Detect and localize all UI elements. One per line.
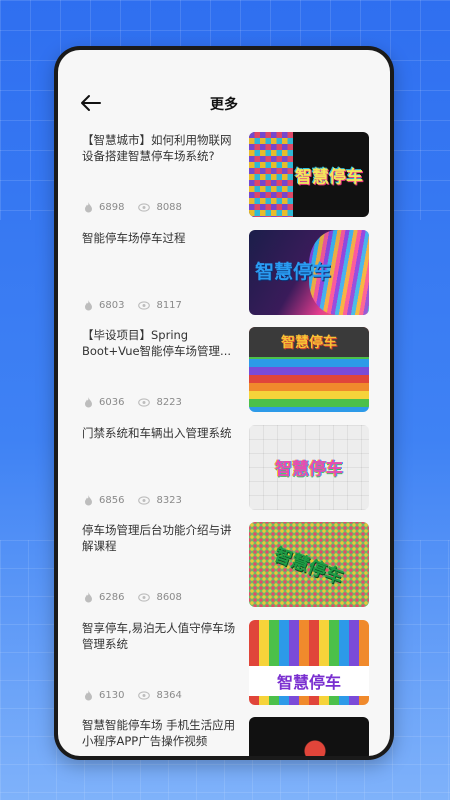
eye-icon — [138, 495, 151, 505]
eye-icon — [138, 398, 151, 407]
item-stats: 6130 8364 — [84, 689, 196, 701]
likes-stat: 6803 — [84, 299, 125, 311]
views-stat: 8608 — [138, 592, 182, 603]
list-item[interactable]: 【毕设项目】Spring Boot+Vue智能停车场管理... 6036 822… — [58, 327, 390, 425]
item-title: 门禁系统和车辆出入管理系统 — [82, 425, 232, 440]
item-stats: 6036 8223 — [84, 397, 196, 408]
item-title: 【智慧城市】如何利用物联网设备搭建智慧停车场系统? — [82, 133, 232, 163]
item-title: 智享停车,易泊无人值守停车场管理系统 — [82, 620, 236, 651]
thumbnail-label: 智慧停车 — [255, 261, 332, 283]
views-stat: 8364 — [138, 689, 182, 701]
thumbnail-label: 智慧停车 — [281, 335, 337, 351]
item-title: 智能停车场停车过程 — [82, 230, 186, 245]
views-stat: 8088 — [138, 202, 182, 213]
item-thumbnail[interactable]: 智慧停车 — [249, 132, 369, 217]
item-stats: 6856 8323 — [84, 494, 196, 506]
phone-frame: 更多 【智慧城市】如何利用物联网设备搭建智慧停车场系统? 6898 8088 智… — [54, 46, 394, 760]
likes-stat: 6286 — [84, 592, 124, 603]
views-count: 8364 — [156, 689, 182, 701]
video-list: 【智慧城市】如何利用物联网设备搭建智慧停车场系统? 6898 8088 智慧停车 — [58, 132, 390, 756]
eye-icon — [138, 300, 151, 310]
thumbnail-pattern — [249, 132, 293, 217]
likes-stat: 6898 — [84, 202, 124, 213]
likes-count: 6898 — [99, 202, 125, 213]
likes-stat: 6036 — [84, 397, 124, 408]
thumbnail-label: 智慧停车 — [271, 543, 346, 589]
item-thumbnail[interactable]: 智慧停车 — [249, 327, 369, 412]
flame-icon — [85, 494, 92, 505]
thumbnail-label: 智慧停车 — [295, 167, 363, 187]
item-stats: 6898 8088 — [84, 202, 196, 213]
views-count: 8117 — [156, 299, 182, 311]
views-count: 8608 — [156, 592, 182, 603]
views-stat: 8117 — [138, 299, 182, 311]
item-thumbnail[interactable]: 智慧停车 — [249, 229, 369, 315]
list-item[interactable]: 【智慧城市】如何利用物联网设备搭建智慧停车场系统? 6898 8088 智慧停车 — [58, 132, 390, 230]
item-thumbnail[interactable]: 智慧停车 — [249, 424, 369, 510]
item-title: 停车场管理后台功能介绍与讲解课程 — [82, 523, 232, 553]
list-item[interactable]: 停车场管理后台功能介绍与讲解课程 6286 8608 智慧停车 — [58, 522, 390, 620]
item-thumbnail[interactable]: 智慧停车 — [249, 522, 369, 607]
eye-icon — [138, 203, 151, 212]
eye-icon — [138, 593, 151, 602]
flame-icon — [85, 299, 92, 310]
thumbnail-label: 智慧停车 — [275, 459, 343, 480]
item-thumbnail[interactable] — [249, 717, 369, 756]
phone-screen: 更多 【智慧城市】如何利用物联网设备搭建智慧停车场系统? 6898 8088 智… — [58, 50, 390, 756]
item-stats: 6286 8608 — [84, 592, 196, 603]
flame-icon — [85, 592, 92, 603]
list-item[interactable]: 门禁系统和车辆出入管理系统 6856 8323 智慧停车 — [58, 424, 390, 523]
eye-icon — [138, 690, 151, 700]
flame-icon — [85, 689, 92, 700]
likes-count: 6803 — [99, 299, 125, 311]
list-item[interactable]: 智享停车,易泊无人值守停车场管理系统 6130 8364 智慧停车 — [58, 619, 390, 718]
flame-icon — [85, 202, 92, 213]
item-stats: 6803 8117 — [84, 299, 196, 311]
item-title: 【毕设项目】Spring Boot+Vue智能停车场管理... — [82, 328, 232, 358]
likes-count: 6036 — [99, 397, 125, 408]
likes-count: 6286 — [99, 592, 125, 603]
likes-stat: 6130 — [84, 689, 125, 701]
page-title: 更多 — [210, 97, 238, 113]
thumbnail-pattern — [249, 717, 369, 756]
views-count: 8088 — [156, 202, 182, 213]
likes-count: 6130 — [99, 689, 125, 701]
views-stat: 8223 — [138, 397, 182, 408]
likes-stat: 6856 — [84, 494, 125, 506]
list-item[interactable]: 智慧智能停车场 手机生活应用小程序APP广告操作视频 — [58, 717, 390, 756]
views-stat: 8323 — [138, 494, 182, 506]
flame-icon — [85, 397, 92, 408]
item-title: 智慧智能停车场 手机生活应用小程序APP广告操作视频 — [82, 718, 236, 748]
views-count: 8223 — [156, 397, 182, 408]
thumbnail-label: 智慧停车 — [276, 672, 341, 692]
item-thumbnail[interactable]: 智慧停车 — [249, 619, 369, 705]
list-item[interactable]: 智能停车场停车过程 6803 8117 智慧停车 — [58, 229, 390, 328]
likes-count: 6856 — [99, 494, 125, 506]
views-count: 8323 — [156, 494, 182, 506]
